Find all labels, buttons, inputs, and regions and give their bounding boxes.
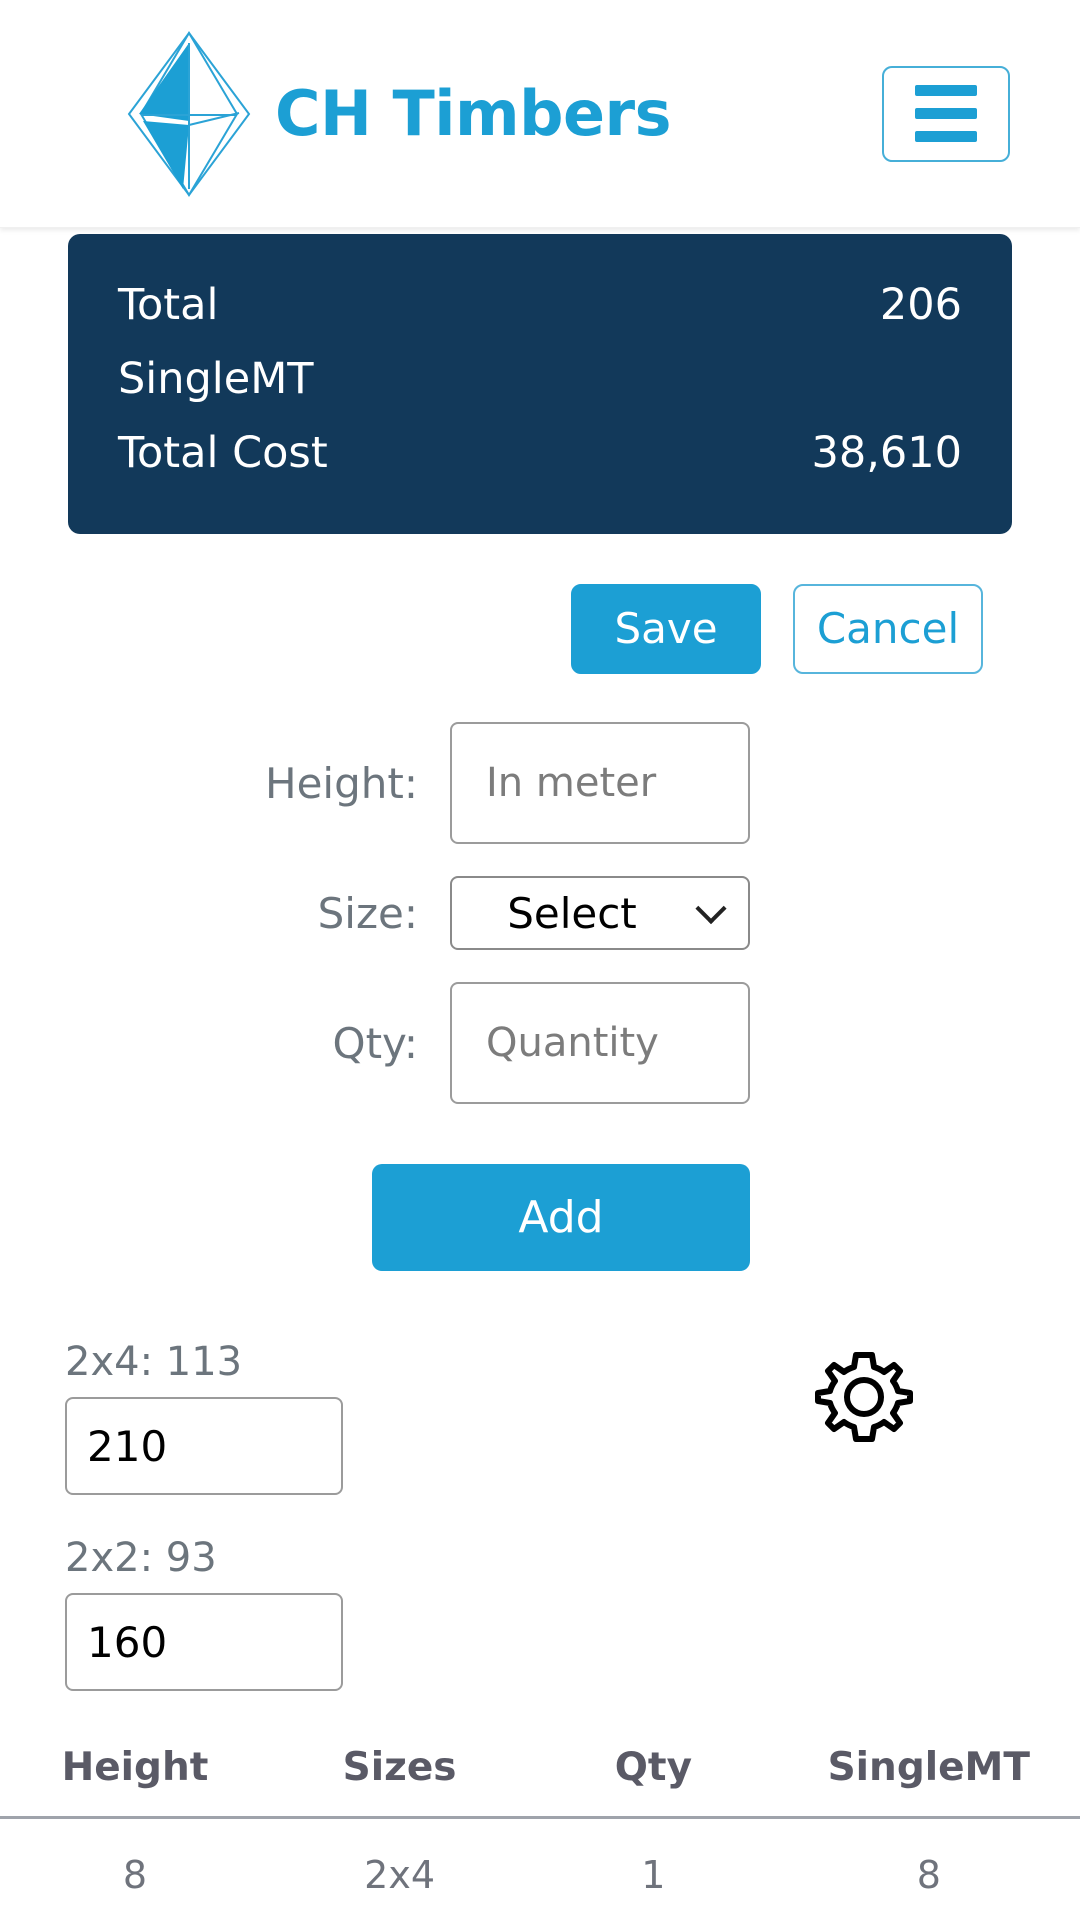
form-row-qty: Qty: [0, 982, 750, 1105]
summary-label-total-cost: Total Cost [118, 428, 328, 478]
height-input[interactable] [450, 722, 750, 845]
brand-logo-group[interactable]: CH Timbers [125, 29, 672, 199]
octahedron-diamond-icon [125, 29, 253, 199]
size-selected-value: Select [507, 888, 637, 938]
summary-row-total-cost: Total Cost 38,610 [118, 416, 962, 490]
qty-input[interactable] [450, 982, 750, 1105]
summary-row-total: Total 206 [118, 268, 962, 342]
price-label-2x2: 2x2: 93 [65, 1535, 217, 1582]
size-label: Size: [317, 888, 418, 938]
add-row: Add [0, 1136, 1080, 1272]
price-block-2x4: 2x4: 113 [65, 1339, 1080, 1496]
cell-qty: 1 [641, 1853, 666, 1898]
column-header-height: Height [0, 1731, 270, 1820]
hamburger-menu-icon[interactable] [882, 65, 1010, 162]
menu-bar-1 [915, 85, 977, 96]
brand-name: CH Timbers [275, 77, 672, 150]
entries-table: Height Sizes Qty SingleMT 8 2x4 1 8 [0, 1731, 1080, 1917]
summary-label-total: Total [118, 280, 219, 330]
cell-sizes: 2x4 [364, 1853, 436, 1898]
price-block-2x2: 2x2: 93 [65, 1535, 1080, 1692]
table-head: Height Sizes Qty SingleMT [0, 1731, 1080, 1820]
height-label: Height: [265, 758, 418, 808]
chevron-down-icon [695, 893, 727, 925]
form-row-size: Size: Select [0, 876, 750, 951]
gear-settings-icon[interactable] [812, 1345, 916, 1449]
column-header-sizes: Sizes [270, 1731, 530, 1820]
save-button[interactable]: Save [571, 584, 761, 675]
summary-card: Total 206 SingleMT Total Cost 38,610 [68, 234, 1012, 534]
price-section: 2x4: 113 2x2: 93 [0, 1271, 1080, 1692]
add-button[interactable]: Add [372, 1164, 750, 1272]
form-row-height: Height: [0, 722, 750, 845]
table-header-row: Height Sizes Qty SingleMT [0, 1731, 1080, 1820]
size-select[interactable]: Select [450, 876, 750, 951]
price-input-2x2[interactable] [65, 1593, 343, 1692]
table-body: 8 2x4 1 8 [0, 1818, 1080, 1918]
price-label-2x4: 2x4: 113 [65, 1339, 243, 1386]
cancel-button[interactable]: Cancel [793, 584, 983, 675]
page-body: Total 206 SingleMT Total Cost 38,610 Sav… [0, 234, 1080, 1917]
entry-form: Height: Size: Select Qty: [0, 674, 1080, 1105]
cell-height: 8 [122, 1853, 148, 1898]
summary-value-total: 206 [879, 280, 962, 330]
table-row[interactable]: 8 2x4 1 8 [0, 1818, 1080, 1918]
summary-label-singlemt: SingleMT [118, 354, 314, 404]
summary-value-total-cost: 38,610 [811, 428, 962, 478]
action-bar: Save Cancel [0, 534, 1080, 675]
cell-singlemt: 8 [916, 1853, 941, 1898]
column-header-singlemt: SingleMT [777, 1731, 1080, 1820]
column-header-qty: Qty [529, 1731, 778, 1820]
site-header: CH Timbers [0, 0, 1080, 228]
summary-row-singlemt: SingleMT [118, 342, 962, 416]
menu-bar-3 [915, 131, 977, 142]
qty-label: Qty: [332, 1018, 418, 1068]
price-input-2x4[interactable] [65, 1397, 343, 1496]
menu-bar-2 [915, 108, 977, 119]
